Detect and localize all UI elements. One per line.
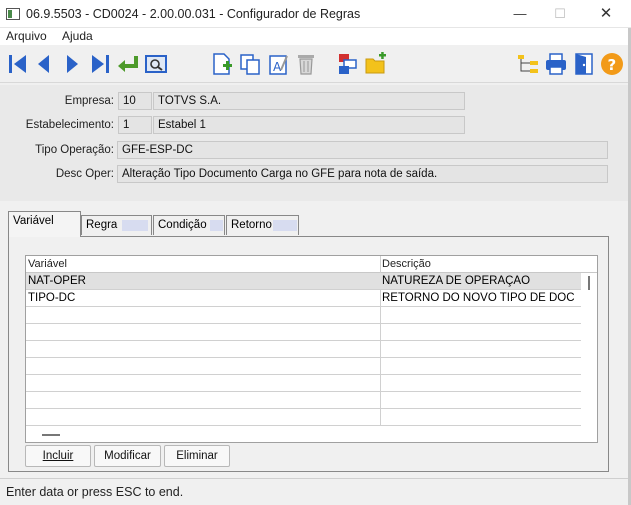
- toolbar: A ?: [0, 45, 631, 83]
- row-variavel-cell: NAT-OPER: [28, 275, 86, 287]
- previous-record-icon[interactable]: [32, 52, 56, 76]
- delete-icon[interactable]: [294, 52, 318, 76]
- table-row-empty: [26, 392, 581, 409]
- tab-content-variavel: Variável Descrição NAT-OPER NATUREZA DE …: [8, 236, 609, 472]
- eliminar-button[interactable]: Eliminar: [164, 445, 230, 467]
- tab-retorno[interactable]: Retorno: [226, 215, 299, 235]
- new-folder-icon[interactable]: [364, 52, 388, 76]
- menu-arquivo[interactable]: Arquivo: [6, 29, 47, 43]
- exit-icon[interactable]: [572, 52, 596, 76]
- estabelecimento-label: Estabelecimento:: [25, 119, 114, 131]
- tab-retorno-label: Retorno: [231, 219, 272, 231]
- tab-regra[interactable]: Regra: [81, 215, 152, 235]
- horizontal-scrollbar[interactable]: [26, 426, 597, 442]
- next-record-icon[interactable]: [60, 52, 84, 76]
- status-text: Enter data or press ESC to end.: [6, 485, 184, 499]
- tab-variavel-label: Variável: [13, 215, 54, 227]
- empresa-code-field[interactable]: 10: [118, 92, 152, 110]
- incluir-button[interactable]: Incluir: [25, 445, 91, 467]
- table-row-empty: [26, 409, 581, 426]
- tab-regra-label: Regra: [86, 219, 118, 231]
- window-title: 06.9.5503 - CD0024 - 2.00.00.031 - Confi…: [26, 7, 361, 21]
- modificar-button-label: Modificar: [104, 450, 151, 462]
- help-icon[interactable]: ?: [600, 52, 624, 76]
- vertical-scroll-thumb[interactable]: [588, 276, 590, 290]
- menu-ajuda[interactable]: Ajuda: [62, 29, 93, 43]
- minimize-button[interactable]: —: [506, 4, 534, 24]
- horizontal-scroll-thumb[interactable]: [42, 434, 60, 436]
- tree-icon[interactable]: [516, 52, 540, 76]
- empresa-name-field: TOTVS S.A.: [153, 92, 465, 110]
- desc-oper-field[interactable]: Alteração Tipo Documento Carga no GFE pa…: [117, 165, 608, 183]
- row-descricao-cell: RETORNO DO NOVO TIPO DE DOC: [382, 292, 575, 304]
- variables-grid: Variável Descrição NAT-OPER NATUREZA DE …: [25, 255, 598, 443]
- new-icon[interactable]: [210, 52, 234, 76]
- table-row-empty: [26, 307, 581, 324]
- tab-variavel[interactable]: Variável: [8, 211, 81, 237]
- tipo-operacao-label: Tipo Operação:: [35, 144, 114, 156]
- column-header-descricao[interactable]: Descrição: [382, 258, 431, 270]
- table-row-empty: [26, 324, 581, 341]
- vertical-scrollbar[interactable]: [583, 273, 597, 426]
- rules-icon[interactable]: [336, 52, 360, 76]
- menu-bar: Arquivo Ajuda: [0, 28, 631, 45]
- goto-icon[interactable]: [116, 52, 140, 76]
- row-descricao-cell: NATUREZA DE OPERAÇÃO: [382, 275, 531, 287]
- table-row-empty: [26, 341, 581, 358]
- search-icon[interactable]: [144, 52, 168, 76]
- app-icon: [6, 8, 20, 20]
- first-record-icon[interactable]: [6, 52, 30, 76]
- print-icon[interactable]: [544, 52, 568, 76]
- svg-text:?: ?: [608, 56, 617, 74]
- tab-condicao[interactable]: Condição: [153, 215, 225, 235]
- tipo-operacao-field[interactable]: GFE-ESP-DC: [117, 141, 608, 159]
- table-row-empty: [26, 375, 581, 392]
- estabelecimento-name-field: Estabel 1: [153, 116, 465, 134]
- last-record-icon[interactable]: [88, 52, 112, 76]
- close-button[interactable]: ✕: [592, 4, 620, 24]
- edit-icon[interactable]: A: [266, 52, 290, 76]
- header-panel: Empresa: 10 TOTVS S.A. Estabelecimento: …: [0, 85, 631, 201]
- estabelecimento-code-field[interactable]: 1: [118, 116, 152, 134]
- empresa-label: Empresa:: [64, 95, 114, 107]
- title-bar: 06.9.5503 - CD0024 - 2.00.00.031 - Confi…: [0, 0, 631, 28]
- grid-header: Variável Descrição: [26, 256, 597, 273]
- eliminar-button-label: Eliminar: [176, 450, 218, 462]
- incluir-button-label: Incluir: [42, 450, 74, 462]
- svg-text:A: A: [273, 60, 282, 74]
- copy-icon[interactable]: [238, 52, 262, 76]
- table-row[interactable]: NAT-OPER NATUREZA DE OPERAÇÃO: [26, 273, 581, 290]
- status-bar: Enter data or press ESC to end.: [0, 478, 631, 505]
- table-row[interactable]: TIPO-DC RETORNO DO NOVO TIPO DE DOC: [26, 290, 581, 307]
- column-header-variavel[interactable]: Variável: [28, 258, 67, 270]
- modificar-button[interactable]: Modificar: [94, 445, 161, 467]
- row-variavel-cell: TIPO-DC: [28, 292, 76, 304]
- tab-condicao-label: Condição: [158, 219, 207, 231]
- maximize-button[interactable]: ☐: [546, 4, 574, 24]
- table-row-empty: [26, 358, 581, 375]
- desc-oper-label: Desc Oper:: [55, 168, 114, 180]
